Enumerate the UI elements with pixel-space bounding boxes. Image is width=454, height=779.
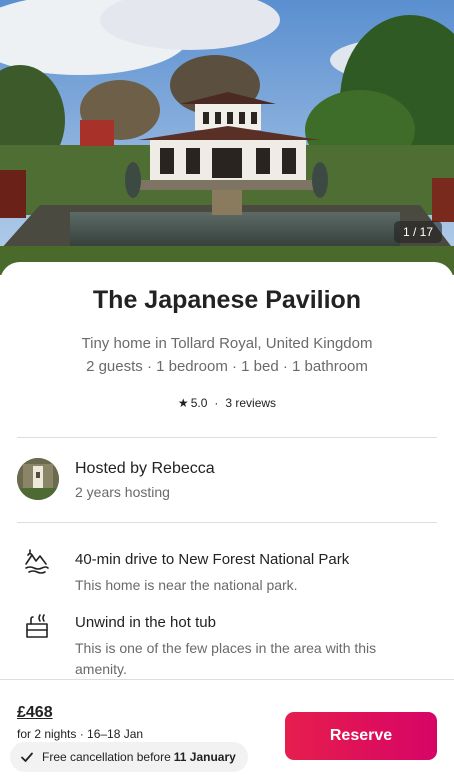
host-tenure: 2 years hosting [75,484,170,500]
host-avatar[interactable] [17,458,59,500]
divider [17,437,437,438]
feature-hot-tub: Unwind in the hot tub This is one of the… [17,612,437,677]
pavilion-photo-illustration [0,0,454,275]
rating-value: 5.0 [190,396,208,410]
separator-dot: · [214,396,219,410]
reserve-button[interactable]: Reserve [285,712,437,760]
star-icon: ★ [177,396,189,410]
booking-bar: £468 for 2 nights · 16–18 Jan Free cance… [0,679,454,779]
feature-title: 40-min drive to New Forest National Park [75,551,350,568]
feature-title: Unwind in the hot tub [75,614,216,631]
cancellation-text: Free cancellation before [42,750,171,764]
cancellation-date: 11 January [173,750,236,764]
feature-description: This is one of the few places in the are… [75,640,377,677]
total-price[interactable]: £468 [17,704,53,722]
hot-tub-icon [23,612,51,640]
photo-counter: 1 / 17 [393,221,442,243]
feature-national-park: 40-min drive to New Forest National Park… [17,549,437,594]
rating-summary[interactable]: ★ 5.0 · 3 reviews [0,396,454,410]
reviews-link[interactable]: 3 reviews [225,396,276,410]
host-row[interactable]: Hosted by Rebecca 2 years hosting [17,458,437,508]
host-name: Hosted by Rebecca [75,460,215,477]
mountain-lake-icon [23,549,51,577]
cancellation-badge: Free cancellation before 11 January [10,742,248,772]
listing-location: Tiny home in Tollard Royal, United Kingd… [81,335,373,352]
listing-capacity: 2 guests · 1 bedroom · 1 bed · 1 bathroo… [86,358,368,375]
listing-title: The Japanese Pavilion [92,286,362,314]
feature-description: This home is near the national park. [75,577,298,593]
listing-photo[interactable]: 1 / 17 [0,0,454,275]
checkmark-icon [21,752,33,762]
divider [17,522,437,523]
stay-dates: for 2 nights · 16–18 Jan [17,727,144,741]
